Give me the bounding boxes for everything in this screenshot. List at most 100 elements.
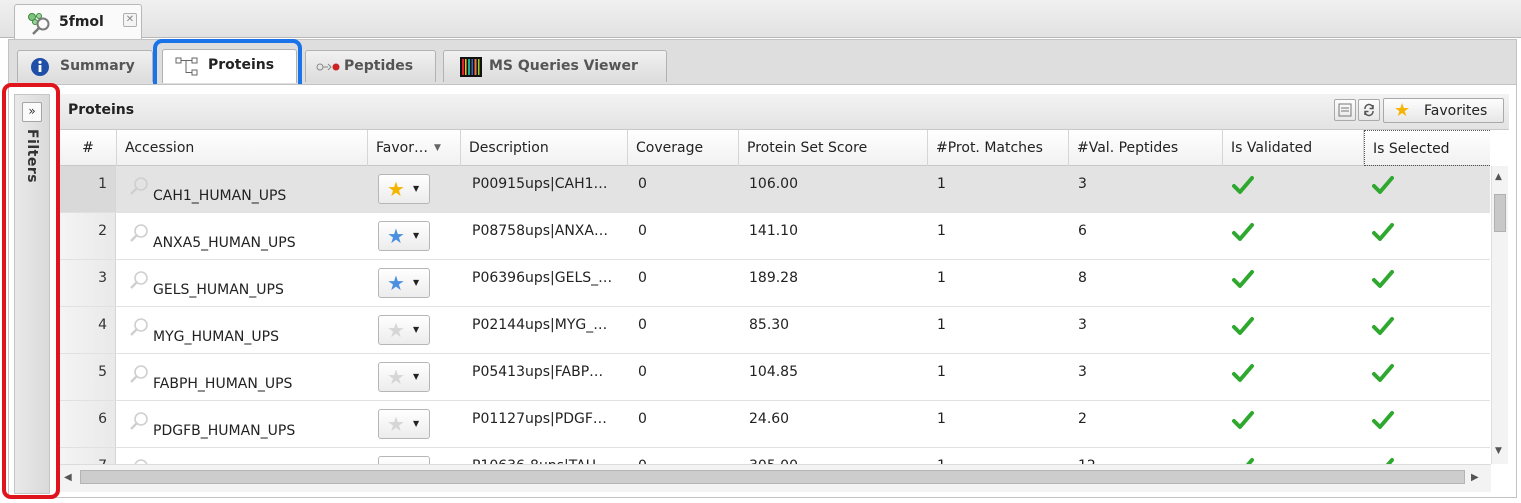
accession-cell[interactable]: FABPH_HUMAN_UPS (117, 354, 367, 400)
favorite-selector[interactable]: ★▼ (378, 362, 430, 392)
accession-cell[interactable] (117, 448, 367, 464)
panel-title: Proteins (68, 102, 135, 118)
row-number: 6 (60, 401, 116, 447)
coverage-cell: 0 (638, 176, 647, 192)
checkmark-icon (1372, 317, 1394, 335)
filters-panel[interactable]: » Filters (14, 94, 50, 494)
table-row[interactable]: 6 PDGFB_HUMAN_UPS ★ ▼ P01127ups|PDGF… 0 24.60 1… (60, 401, 1490, 448)
column-header-coverage[interactable]: Coverage (628, 130, 739, 166)
column-header-description[interactable]: Description (461, 130, 628, 166)
prot-matches-cell: 1 (937, 364, 946, 380)
val-peptides-cell: 8 (1078, 270, 1087, 286)
val-peptides-cell: 6 (1078, 223, 1087, 239)
favorite-selector[interactable]: ★▼ (378, 456, 430, 464)
star-icon: ★ (387, 271, 405, 295)
accession-cell[interactable]: GELS_HUMAN_UPS (117, 260, 367, 306)
tab-peptides[interactable]: Peptides (305, 50, 436, 82)
is-validated-cell (1232, 307, 1312, 353)
magnifier-icon[interactable] (129, 270, 149, 290)
table-row[interactable]: 4 MYG_HUMAN_UPS ★ ▼ P02144ups|MYG_… 0 85.30 1 3 (60, 307, 1490, 354)
column-header-protein-set-score[interactable]: Protein Set Score (739, 130, 928, 166)
scroll-left-icon[interactable]: ◀ (64, 472, 72, 483)
double-chevron-right-icon[interactable]: » (22, 102, 42, 122)
scroll-right-icon[interactable]: ▶ (1471, 472, 1479, 483)
is-selected-cell[interactable] (1372, 307, 1452, 353)
tab-proteins[interactable]: Proteins (162, 49, 297, 83)
dropdown-arrow-icon: ▼ (413, 278, 420, 287)
column-header-val-peptides[interactable]: #Val. Peptides (1069, 130, 1223, 166)
column-header-is-selected[interactable]: Is Selected (1364, 130, 1490, 166)
is-validated-cell (1232, 354, 1312, 400)
protein-set-score-cell: 141.10 (749, 223, 798, 239)
row-number: 5 (60, 354, 116, 400)
favorite-selector[interactable]: ★▼ (378, 174, 430, 204)
table-row[interactable]: 1 CAH1_HUMAN_UPS ★ ▼ P00915ups|CAH1… 0 106.00 1… (60, 166, 1490, 213)
column-header-favorite[interactable]: Favor… ▼ (368, 130, 461, 166)
description-cell: P00915ups|CAH1… (472, 176, 608, 192)
is-selected-cell[interactable] (1372, 354, 1452, 400)
checkmark-icon (1372, 411, 1394, 429)
horizontal-scroll-thumb[interactable] (80, 470, 1465, 484)
scroll-down-icon[interactable]: ▼ (1495, 446, 1502, 456)
checkmark-icon (1372, 270, 1394, 288)
sort-arrow-icon[interactable]: ▼ (434, 130, 441, 166)
magnifier-icon[interactable] (129, 176, 149, 196)
document-tab-title: 5fmol (59, 14, 104, 30)
is-selected-cell[interactable] (1372, 260, 1452, 306)
is-selected-cell[interactable] (1372, 213, 1452, 259)
star-icon: ★ (387, 412, 405, 436)
table-row[interactable]: 5 FABPH_HUMAN_UPS ★ ▼ P05413ups|FABP… 0 104.85… (60, 354, 1490, 401)
horizontal-scrollbar[interactable]: ◀ ▶ (60, 464, 1491, 492)
star-icon: ★ (387, 224, 405, 248)
vertical-scroll-thumb[interactable] (1494, 194, 1506, 232)
column-header-number[interactable]: # (60, 130, 117, 166)
coverage-cell: 0 (638, 270, 647, 286)
val-peptides-cell: 2 (1078, 411, 1087, 427)
protein-set-score-cell: 305.00 (749, 448, 919, 464)
table-row[interactable]: 7 ★▼ P10636-8ups|TAU… 0 305.00 1 12 (60, 448, 1490, 464)
close-icon[interactable]: ✕ (123, 13, 137, 27)
description-cell: P08758ups|ANXA… (472, 223, 608, 239)
column-header-is-validated[interactable]: Is Validated (1223, 130, 1364, 166)
magnifier-icon[interactable] (129, 317, 149, 337)
tab-summary[interactable]: Summary (17, 50, 153, 82)
column-header-favorite-label: Favor… (376, 140, 428, 156)
scroll-up-icon[interactable]: ▲ (1495, 172, 1502, 182)
magnifier-icon[interactable] (129, 411, 149, 431)
is-selected-cell[interactable] (1372, 448, 1452, 464)
document-tab[interactable]: 5fmol ✕ (14, 4, 142, 39)
favorite-selector[interactable]: ★▼ (378, 315, 430, 345)
tab-proteins-label: Proteins (208, 57, 275, 73)
column-header-accession[interactable]: Accession (117, 130, 368, 166)
val-peptides-cell: 12 (1078, 448, 1218, 464)
coverage-cell: 0 (638, 317, 647, 333)
accession-text: CAH1_HUMAN_UPS (153, 188, 287, 204)
vertical-scrollbar[interactable]: ▲ ▼ (1491, 166, 1508, 464)
checkmark-icon (1245, 458, 1254, 464)
table-row[interactable]: 2 ANXA5_HUMAN_UPS ★ ▼ P08758ups|ANXA… 0 141.10… (60, 213, 1490, 260)
row-number: 4 (60, 307, 116, 353)
refresh-button[interactable] (1358, 99, 1380, 121)
accession-cell[interactable]: ANXA5_HUMAN_UPS (117, 213, 367, 259)
magnifier-icon[interactable] (129, 364, 149, 384)
protein-set-score-cell: 104.85 (749, 364, 798, 380)
filters-label[interactable]: Filters (24, 129, 40, 183)
favorite-selector[interactable]: ★▼ (378, 221, 430, 251)
is-selected-cell[interactable] (1372, 166, 1452, 212)
accession-cell[interactable]: PDGFB_HUMAN_UPS (117, 401, 367, 447)
favorite-selector[interactable]: ★▼ (378, 409, 430, 439)
column-header-prot-matches[interactable]: #Prot. Matches (928, 130, 1069, 166)
export-button[interactable] (1334, 99, 1356, 121)
accession-cell[interactable]: MYG_HUMAN_UPS (117, 307, 367, 353)
tab-ms-queries-viewer[interactable]: MS Queries Viewer (443, 50, 667, 82)
val-peptides-cell: 3 (1078, 364, 1087, 380)
tab-summary-label: Summary (60, 58, 135, 74)
table-row[interactable]: 3 GELS_HUMAN_UPS ★ ▼ P06396ups|GELS_… 0 189.28… (60, 260, 1490, 307)
is-selected-cell[interactable] (1372, 401, 1452, 447)
magnifier-icon[interactable] (129, 223, 149, 243)
favorite-selector[interactable]: ★▼ (378, 268, 430, 298)
tab-peptides-label: Peptides (344, 58, 414, 74)
favorites-button[interactable]: ★ Favorites (1383, 98, 1504, 123)
checkmark-icon (1232, 176, 1254, 194)
accession-cell[interactable]: CAH1_HUMAN_UPS (117, 166, 367, 212)
